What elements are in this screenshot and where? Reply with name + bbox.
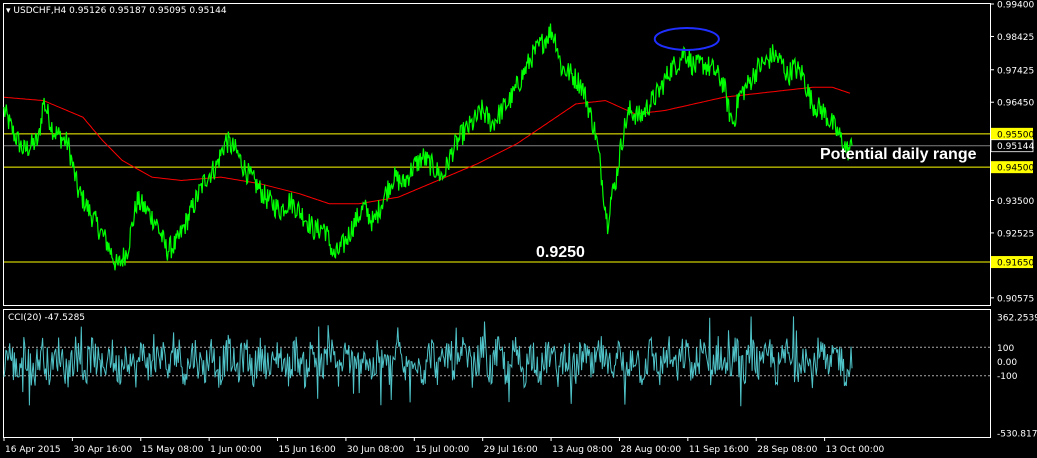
xtick-label-10: 11 Sep 16:00 [689,445,749,455]
cci-ytick-label-4: -530.8174 [997,430,1037,440]
symbol-label: USDCHF,H4 [13,6,67,16]
ytick-label-3: 0.96450 [997,99,1034,109]
xtick-label-3: 1 Jun 00:00 [210,445,262,455]
symbol-header[interactable]: ▾ USDCHF,H4 0.95126 0.95187 0.95095 0.95… [6,6,227,16]
xtick-label-9: 28 Aug 00:00 [620,445,681,455]
xtick-label-11: 28 Sep 08:00 [757,445,817,455]
dropdown-triangle-icon[interactable]: ▾ [6,6,11,16]
xtick-label-1: 30 Apr 16:00 [73,445,132,455]
ytick-label-9: 0.91650 [997,259,1034,269]
ytick-label-0: 0.99400 [997,1,1034,11]
ytick-label-8: 0.92525 [997,229,1034,239]
ytick-label-1: 0.98425 [997,33,1034,43]
ytick-label-6: 0.94500 [997,164,1034,174]
ytick-label-4: 0.95500 [997,130,1034,140]
potential-range-annotation: Potential daily range [820,146,977,163]
xtick-label-0: 16 Apr 2015 [5,445,61,455]
xtick-label-7: 29 Jul 16:00 [484,445,538,455]
low-level-annotation: 0.9250 [536,244,585,261]
xtick-label-6: 15 Jul 00:00 [415,445,469,455]
xtick-label-5: 30 Jun 08:00 [347,445,404,455]
xtick-label-12: 13 Oct 00:00 [826,445,885,455]
xtick-label-2: 15 May 08:00 [142,445,204,455]
ytick-label-7: 0.93500 [997,197,1034,207]
ohlc-values: 0.95126 0.95187 0.95095 0.95144 [69,6,227,16]
xtick-label-8: 13 Aug 08:00 [552,445,613,455]
cci-ytick-label-0: 362.2539 [997,314,1037,324]
price-chart[interactable]: 0.99400 0.98425 0.97425 0.96450 0.95500 0.951… [0,0,1037,458]
cci-ytick-label-2: 0.00 [997,358,1017,368]
cci-ytick-label-3: -100 [997,372,1018,382]
ytick-label-5: 0.95144 [997,142,1034,152]
xtick-label-4: 15 Jun 16:00 [279,445,336,455]
ytick-label-10: 0.90575 [997,294,1034,304]
cci-ytick-label-1: 100 [997,344,1014,354]
cci-label: CCI(20) -47.5285 [8,313,86,323]
ytick-label-2: 0.97425 [997,66,1034,76]
